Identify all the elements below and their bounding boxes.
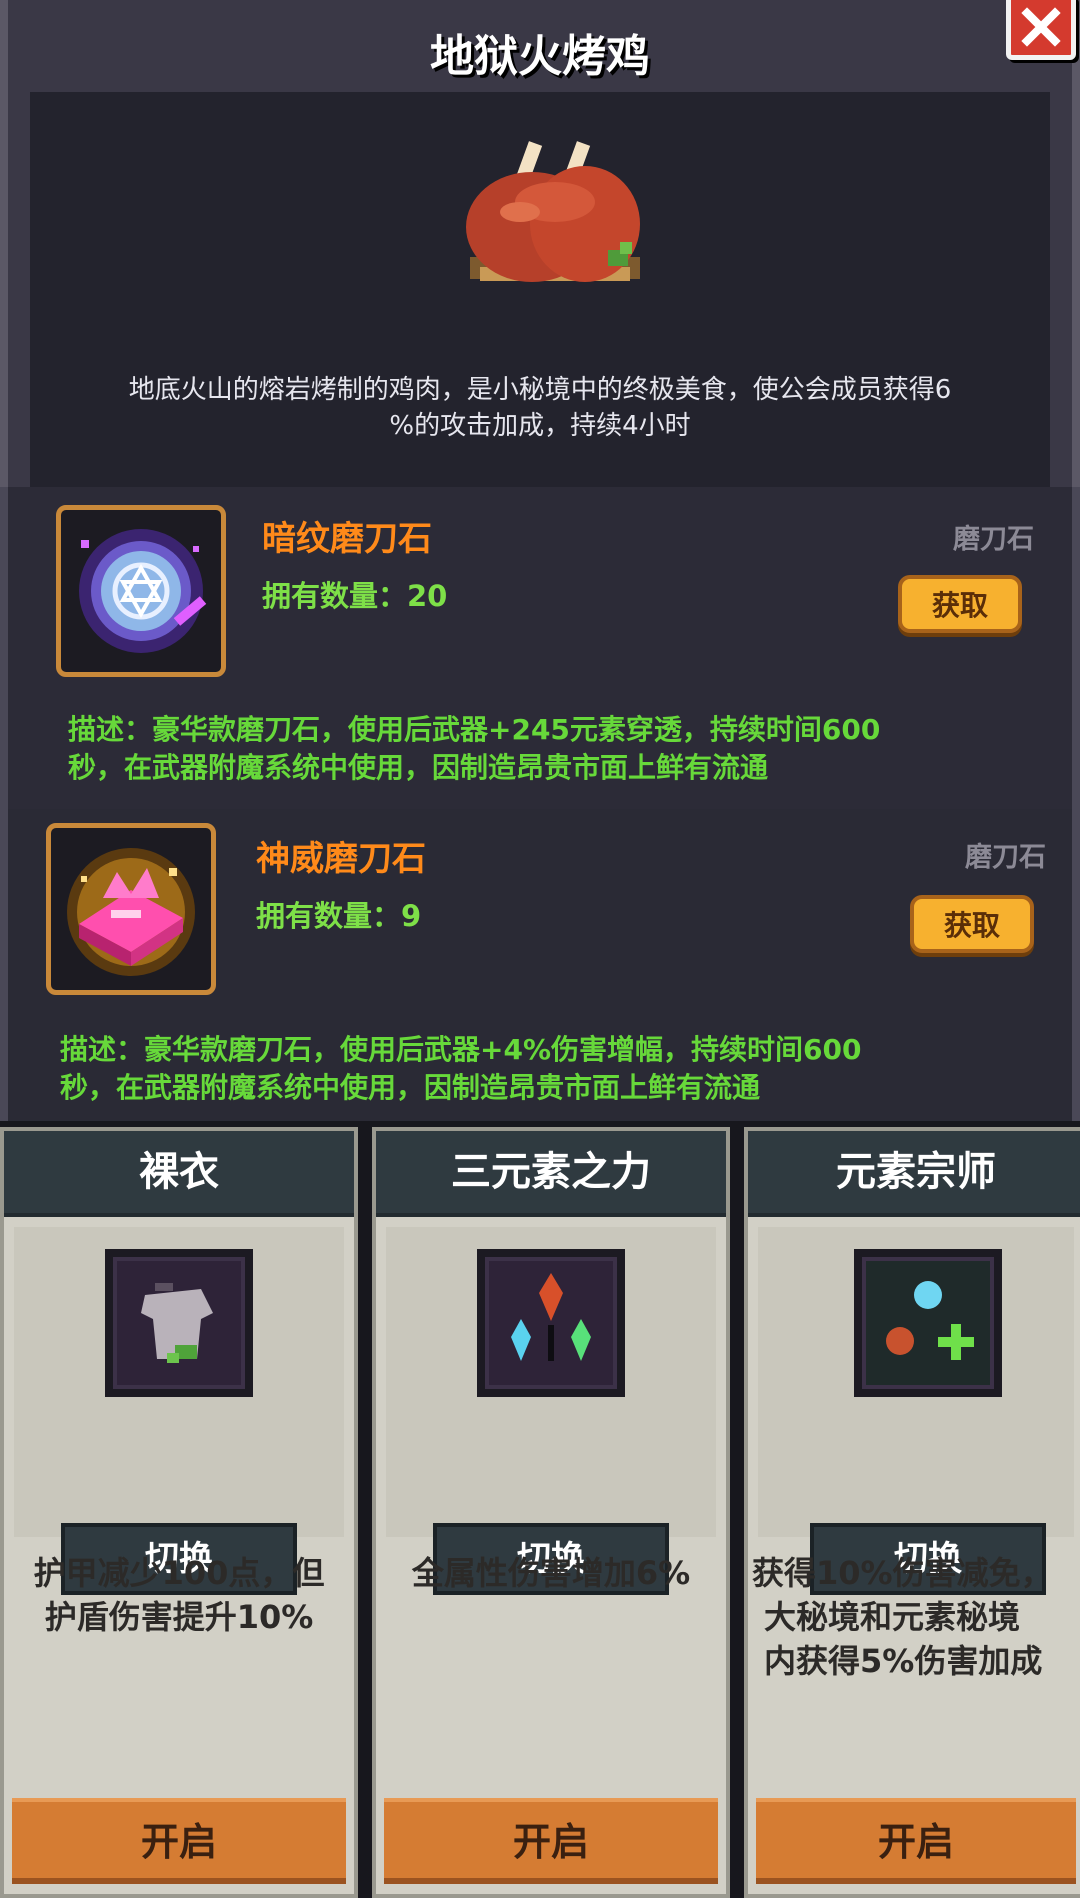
- open-button[interactable]: 开启: [12, 1798, 346, 1884]
- dark-pattern-whetstone-icon: [79, 529, 207, 653]
- bare-armor-icon: [105, 1249, 253, 1397]
- dialog-title: 地狱火烤鸡: [430, 31, 650, 82]
- skill-card: 裸衣 切换 护甲减少100点，但 护盾伤害提升10% 开启: [0, 1127, 358, 1898]
- close-button[interactable]: [1006, 0, 1076, 60]
- food-panel: 地底火山的熔岩烤制的鸡肉，是小秘境中的终极美食，使公会成员获得6 %的攻击加成，…: [30, 92, 1050, 490]
- card-title: 元素宗师: [748, 1131, 1080, 1217]
- food-description: 地底火山的熔岩烤制的鸡肉，是小秘境中的终极美食，使公会成员获得6 %的攻击加成，…: [128, 375, 952, 441]
- skill-card: 三元素之力 切换 全属性伤害增加6% 开启: [372, 1127, 730, 1898]
- item-category: 磨刀石: [953, 524, 1034, 555]
- skill-cards: 裸衣 切换 护甲减少100点，但 护盾伤害提升10% 开启 三元素之力 切换 全…: [0, 1121, 1080, 1898]
- close-x-icon: [1021, 7, 1061, 47]
- divine-might-whetstone-icon: [67, 848, 195, 976]
- card-description: 全属性伤害增加6%: [411, 1554, 691, 1592]
- card-description: 获得10%伤害减免， 大秘境和元素秘境 内获得5%伤害加成: [752, 1554, 1053, 1680]
- food-dialog: 地狱火烤鸡 地底火山的熔岩烤制的鸡肉，是小秘境中的终极美食，使公会成员获得6 %…: [0, 0, 1080, 490]
- item-icon-frame: [46, 823, 216, 995]
- item-name: 暗纹磨刀石: [262, 519, 432, 559]
- get-button[interactable]: 获取: [910, 895, 1034, 953]
- list-item: 神威磨刀石 拥有数量：9 磨刀石 获取 描述：豪华款磨刀石，使用后武器+4%伤害…: [0, 809, 1080, 1121]
- item-icon-frame: [56, 505, 226, 677]
- item-category: 磨刀石: [965, 842, 1046, 873]
- roast-chicken-icon: [466, 141, 640, 282]
- card-image-area: 切换: [386, 1227, 716, 1595]
- item-name: 神威磨刀石: [256, 839, 426, 879]
- card-image-area: 切换: [14, 1227, 344, 1595]
- item-description: 描述：豪华款磨刀石，使用后武器+4%伤害增幅，持续时间600 秒，在武器附魔系统…: [60, 1033, 862, 1104]
- item-description: 描述：豪华款磨刀石，使用后武器+245元素穿透，持续时间600 秒，在武器附魔系…: [68, 713, 881, 784]
- item-count: 拥有数量：9: [256, 899, 422, 933]
- three-elements-icon: [477, 1249, 625, 1397]
- element-master-icon: [854, 1249, 1002, 1397]
- open-button[interactable]: 开启: [756, 1798, 1076, 1884]
- item-count: 拥有数量：20: [262, 579, 448, 613]
- card-description: 护甲减少100点，但 护盾伤害提升10%: [33, 1554, 325, 1636]
- skill-card: 元素宗师 切换 获得10%伤害减免， 大秘境和元素秘境 内获得5%伤害加成 开启: [744, 1127, 1080, 1898]
- card-title: 三元素之力: [376, 1131, 726, 1217]
- open-button[interactable]: 开启: [384, 1798, 718, 1884]
- list-item: 暗纹磨刀石 拥有数量：20 磨刀石 获取 描述：豪华款磨刀石，使用后武器+245…: [0, 487, 1080, 809]
- card-title: 裸衣: [4, 1131, 354, 1217]
- get-button[interactable]: 获取: [898, 575, 1022, 633]
- card-image-area: 切换: [758, 1227, 1074, 1595]
